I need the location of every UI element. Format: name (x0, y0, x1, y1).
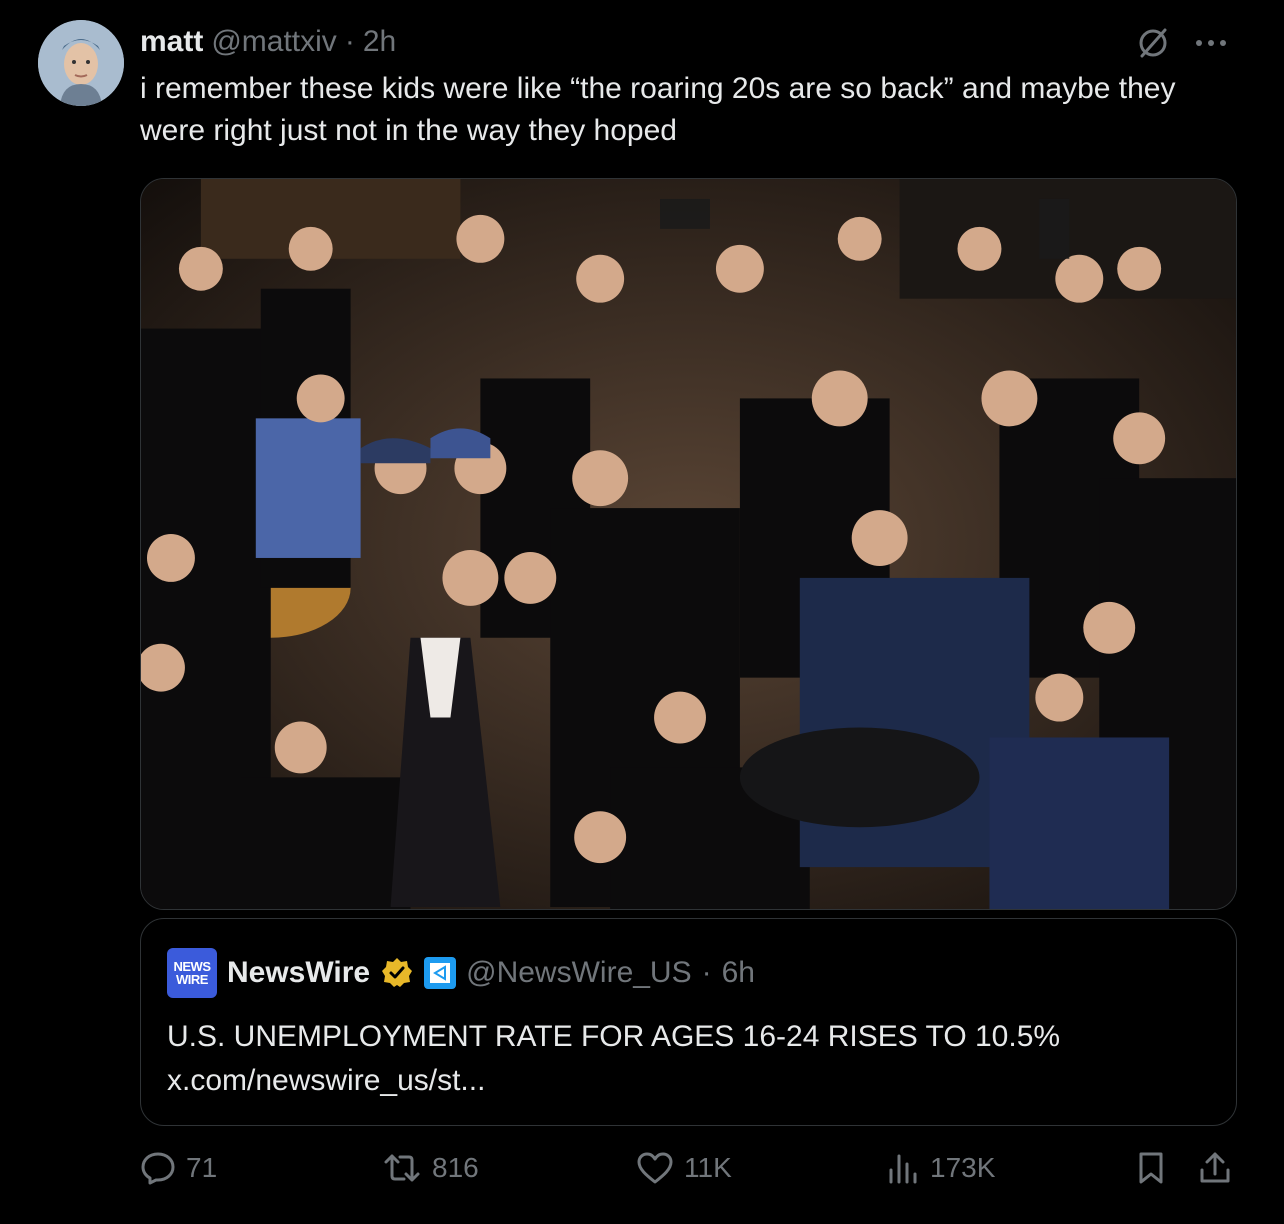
newswire-logo[interactable]: NEWS WIRE (167, 948, 217, 998)
quoted-timestamp[interactable]: 6h (722, 956, 755, 990)
bookmark-button[interactable] (1136, 1150, 1166, 1186)
tweet-photo[interactable] (140, 178, 1237, 910)
author-handle[interactable]: @mattxiv (211, 25, 336, 59)
quoted-tweet[interactable]: NEWS WIRE NewsWire @NewsWire_US · 6h U.S… (140, 918, 1237, 1126)
reply-icon (140, 1150, 176, 1186)
quoted-tweet-text: U.S. UNEMPLOYMENT RATE FOR AGES 16-24 RI… (167, 1020, 1061, 1053)
affiliate-icon[interactable] (424, 957, 457, 989)
tweet-text: i remember these kids were like “the roa… (140, 72, 1176, 147)
grok-icon[interactable] (1136, 26, 1170, 60)
repost-count: 816 (432, 1152, 479, 1183)
like-button[interactable]: 11K (636, 1150, 732, 1186)
share-button[interactable] (1198, 1150, 1232, 1186)
reply-button[interactable]: 71 (140, 1150, 217, 1186)
more-icon[interactable] (1194, 38, 1228, 48)
views-count: 173K (930, 1152, 996, 1183)
tweet-top-actions (1136, 26, 1228, 60)
author-avatar[interactable] (38, 20, 124, 106)
quoted-author-handle[interactable]: @NewsWire_US (466, 956, 691, 990)
separator-dot: · (344, 25, 355, 58)
quoted-tweet-header: NEWS WIRE NewsWire @NewsWire_US · 6h (167, 948, 755, 998)
tweet-header: matt @mattxiv · 2h (140, 22, 396, 62)
reply-count: 71 (186, 1152, 218, 1183)
like-icon (636, 1150, 674, 1186)
views-icon (886, 1150, 920, 1186)
quoted-tweet-link[interactable]: x.com/newswire_us/st... (167, 1059, 485, 1103)
like-count: 11K (684, 1152, 732, 1183)
logo-text-line2: WIRE (176, 972, 208, 987)
quoted-author-name[interactable]: NewsWire (227, 956, 370, 990)
author-name[interactable]: matt (140, 25, 203, 59)
bookmark-icon (1136, 1150, 1166, 1186)
repost-button[interactable]: 816 (382, 1150, 479, 1186)
separator-dot: · (701, 956, 712, 989)
timestamp[interactable]: 2h (363, 25, 396, 59)
share-icon (1198, 1150, 1232, 1186)
tweet-action-bar: 71 816 11K 173K (140, 1150, 1240, 1198)
verified-badge-icon (380, 956, 414, 990)
views-button[interactable]: 173K (886, 1150, 995, 1186)
repost-icon (382, 1150, 422, 1186)
